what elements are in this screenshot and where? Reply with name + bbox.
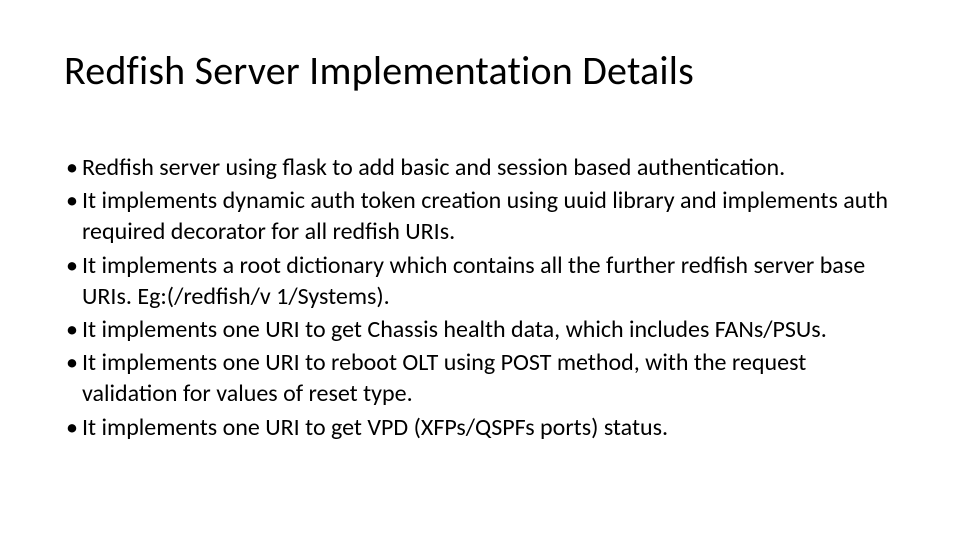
bullet-icon: • bbox=[64, 314, 82, 345]
bullet-icon: • bbox=[64, 250, 82, 281]
bullet-list: • Redfish server using flask to add basi… bbox=[64, 152, 896, 443]
bullet-icon: • bbox=[64, 152, 82, 183]
slide: Redfish Server Implementation Details • … bbox=[0, 0, 960, 540]
list-item: • It implements one URI to reboot OLT us… bbox=[64, 347, 896, 409]
list-item: • Redfish server using flask to add basi… bbox=[64, 152, 896, 183]
bullet-icon: • bbox=[64, 347, 82, 378]
slide-title: Redfish Server Implementation Details bbox=[64, 48, 896, 94]
list-item-text: It implements one URI to get Chassis hea… bbox=[82, 314, 896, 345]
list-item: • It implements a root dictionary which … bbox=[64, 250, 896, 312]
list-item-text: Redfish server using flask to add basic … bbox=[82, 152, 896, 183]
bullet-icon: • bbox=[64, 412, 82, 443]
bullet-icon: • bbox=[64, 185, 82, 216]
list-item-text: It implements a root dictionary which co… bbox=[82, 250, 896, 312]
list-item: • It implements one URI to get Chassis h… bbox=[64, 314, 896, 345]
list-item-text: It implements dynamic auth token creatio… bbox=[82, 185, 896, 247]
list-item-text: It implements one URI to get VPD (XFPs/Q… bbox=[82, 412, 896, 443]
list-item: • It implements one URI to get VPD (XFPs… bbox=[64, 412, 896, 443]
list-item: • It implements dynamic auth token creat… bbox=[64, 185, 896, 247]
list-item-text: It implements one URI to reboot OLT usin… bbox=[82, 347, 896, 409]
